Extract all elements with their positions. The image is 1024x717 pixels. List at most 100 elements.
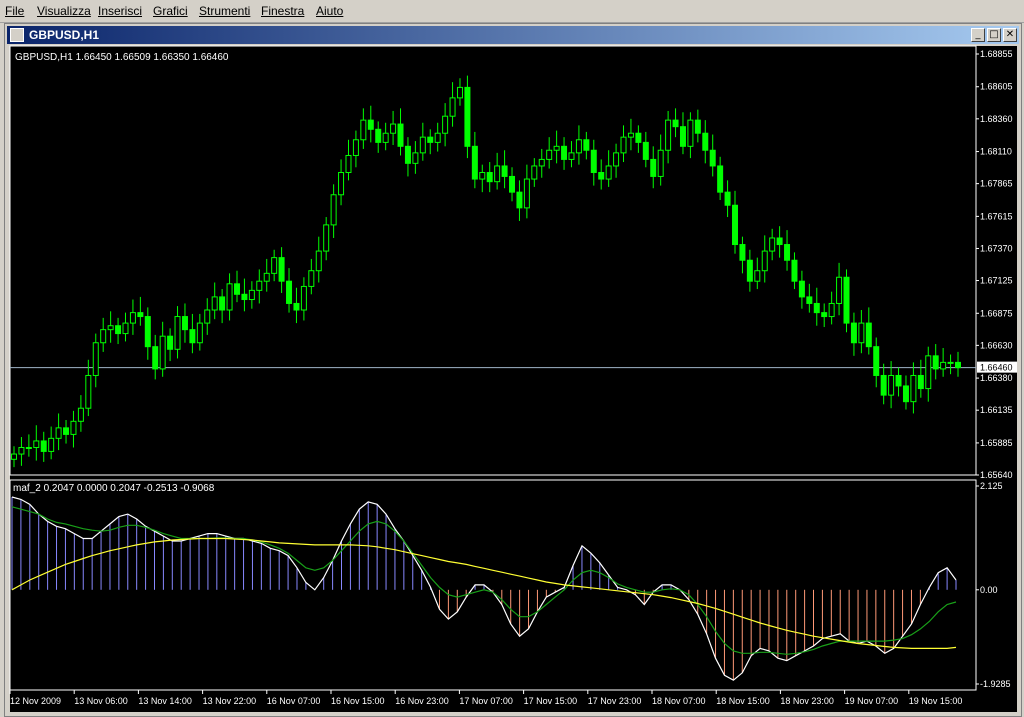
candle-body: [568, 152, 575, 160]
candle-body: [390, 123, 397, 134]
price-axis-label: 1.66875: [980, 308, 1013, 318]
candle-body: [538, 158, 545, 167]
indicator-axis-label: 2.125: [980, 481, 1003, 491]
candle-body: [100, 329, 107, 344]
candle-body: [486, 172, 493, 183]
candle-body: [315, 250, 322, 272]
time-axis-label: 13 Nov 14:00: [138, 696, 192, 706]
candle-body: [813, 302, 820, 314]
candle-body: [167, 335, 174, 350]
candle-body: [672, 119, 679, 128]
candle-body: [925, 355, 932, 390]
candle-body: [152, 346, 159, 370]
candle-body: [278, 257, 285, 282]
candle-body: [40, 440, 47, 452]
candle-body: [613, 152, 620, 167]
candle-body: [412, 152, 419, 164]
candle-body: [404, 145, 411, 164]
price-axis-label: 1.66380: [980, 373, 1013, 383]
candle-body: [917, 374, 924, 390]
price-axis-label: 1.65885: [980, 438, 1013, 448]
candle-body: [25, 447, 32, 450]
candle-body: [947, 361, 954, 364]
time-axis-label: 18 Nov 23:00: [780, 696, 834, 706]
candle-body: [605, 165, 612, 180]
candle-body: [761, 250, 768, 272]
candle-body: [434, 132, 441, 143]
price-axis-label: 1.67615: [980, 211, 1013, 221]
candle-body: [590, 149, 597, 174]
current-price-label: 1.66460: [980, 363, 1013, 373]
time-axis-label: 16 Nov 15:00: [331, 696, 385, 706]
chart-canvas[interactable]: 1.68855 1.68605 1.68360 1.68110 1.67865 1.676…: [0, 0, 1024, 717]
candle-body: [836, 276, 843, 304]
candle-body: [932, 355, 939, 370]
candle-body: [196, 322, 203, 344]
candle-body: [63, 427, 70, 435]
candle-body: [902, 385, 909, 403]
candle-body: [850, 322, 857, 344]
candle-body: [509, 175, 516, 193]
candle-body: [895, 374, 902, 387]
candle-body: [137, 312, 144, 318]
candle-body: [293, 302, 300, 311]
candle-body: [33, 440, 40, 449]
candle-body: [494, 165, 501, 183]
candle-body: [642, 141, 649, 160]
candle-body: [471, 145, 478, 180]
candle-body: [367, 119, 374, 130]
candle-body: [873, 346, 880, 376]
candle-body: [769, 237, 776, 252]
indicator-axis-label: -1.9285: [980, 679, 1011, 689]
candle-body: [144, 316, 151, 348]
candle-body: [263, 272, 270, 282]
candle-body: [776, 237, 783, 246]
time-axis-label: 16 Nov 23:00: [395, 696, 449, 706]
candle-body: [122, 322, 129, 335]
candle-body: [456, 86, 463, 99]
time-axis-label: 19 Nov 15:00: [909, 696, 963, 706]
price-axis-label: 1.68605: [980, 82, 1013, 92]
price-axis-label: 1.68110: [980, 147, 1012, 157]
candle-body: [955, 361, 961, 369]
candle-body: [865, 322, 872, 348]
candle-body: [746, 259, 753, 282]
candle-body: [791, 259, 798, 282]
candle-body: [561, 145, 568, 160]
time-axis-label: 19 Nov 07:00: [845, 696, 899, 706]
candle-body: [657, 149, 664, 177]
candle-body: [48, 437, 55, 452]
candle-body: [679, 126, 686, 147]
time-axis-label: 16 Nov 07:00: [267, 696, 321, 706]
candle-body: [620, 136, 627, 154]
time-axis-label: 17 Nov 07:00: [459, 696, 513, 706]
candle-body: [248, 289, 255, 301]
candle-body: [821, 312, 828, 318]
price-axis-label: 1.67865: [980, 179, 1013, 189]
price-axis-label: 1.68855: [980, 49, 1013, 59]
candle-body: [70, 420, 77, 435]
candle-body: [806, 296, 813, 304]
price-axis-label: 1.68360: [980, 114, 1013, 124]
indicator-pane-title: maf_2 0.2047 0.0000 0.2047 -0.2513 -0.90…: [13, 483, 215, 494]
candle-body: [665, 119, 672, 151]
candle-body: [92, 342, 99, 376]
candle-body: [546, 149, 553, 160]
candle-body: [189, 329, 196, 344]
candle-body: [516, 191, 523, 209]
time-axis-label: 13 Nov 06:00: [74, 696, 128, 706]
time-axis-label: 18 Nov 15:00: [716, 696, 770, 706]
candle-body: [627, 132, 634, 138]
candle-body: [427, 136, 434, 143]
price-pane-title: GBPUSD,H1 1.66450 1.66509 1.66350 1.6646…: [15, 52, 229, 63]
price-axis-label: 1.66630: [980, 340, 1013, 350]
candle-body: [85, 374, 92, 409]
candle-body: [523, 178, 530, 209]
candle-body: [940, 361, 947, 370]
price-axis-label: 1.65640: [980, 470, 1013, 480]
candle-body: [338, 172, 345, 196]
candle-body: [531, 165, 538, 180]
candle-body: [784, 244, 791, 261]
candle-body: [18, 447, 25, 455]
price-axis-label: 1.66135: [980, 405, 1013, 415]
